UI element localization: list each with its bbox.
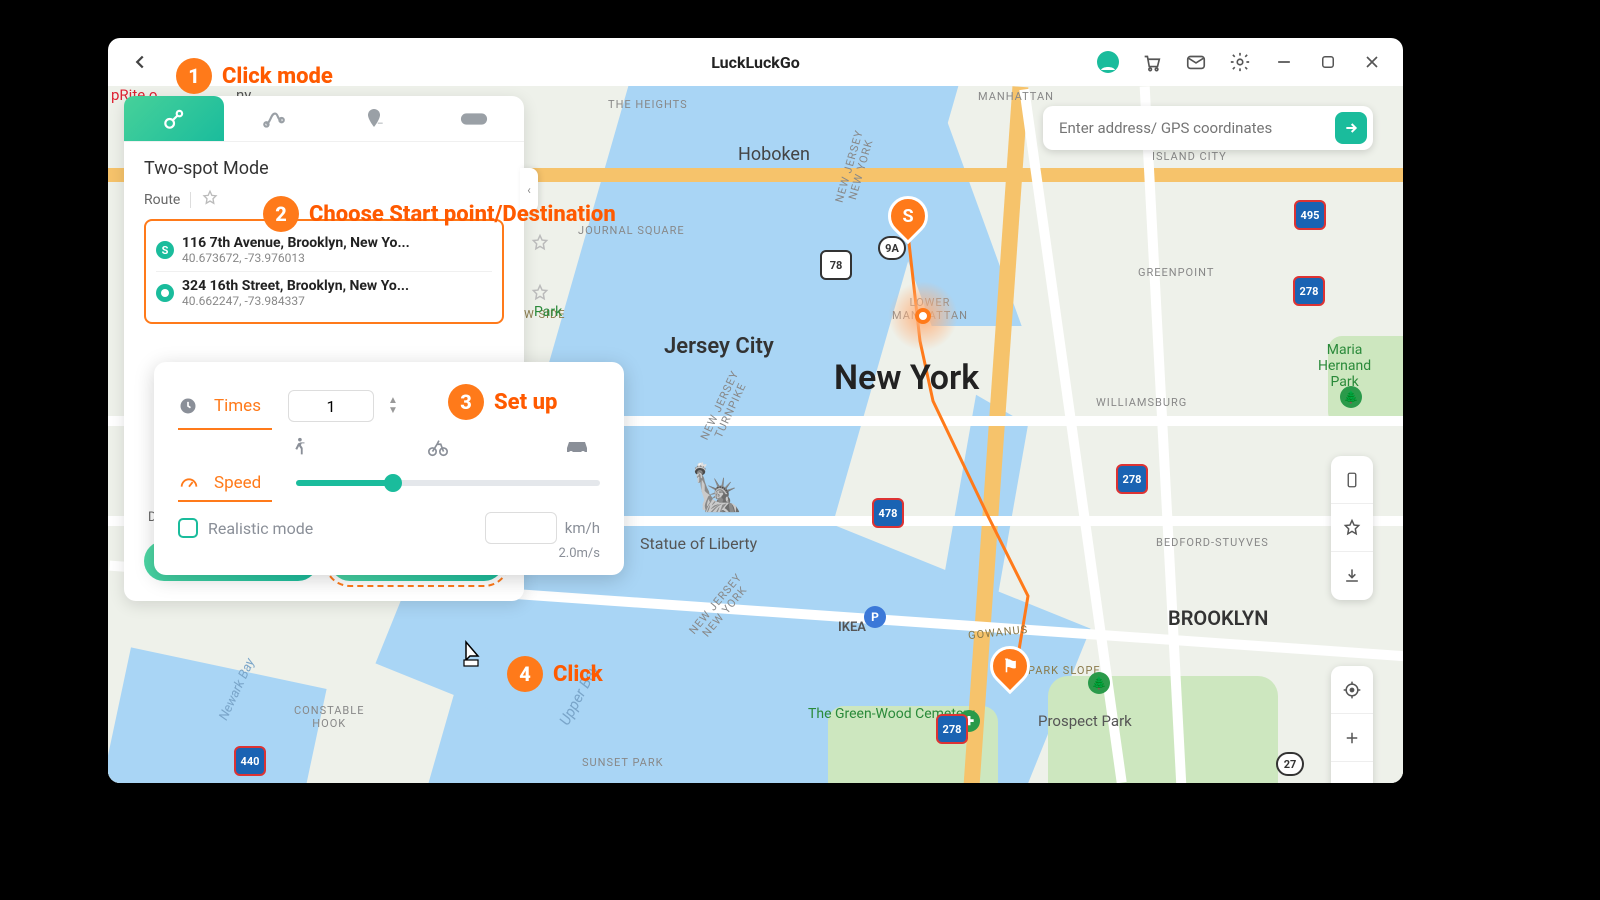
tool-favorite-icon[interactable] (1331, 504, 1373, 552)
realistic-label: Realistic mode (208, 519, 313, 538)
cycle-icon (426, 436, 450, 460)
route-stop-start[interactable]: S 116 7th Avenue, Brooklyn, New Yo... 40… (156, 229, 492, 271)
map-text-jersey: Jersey City (664, 334, 774, 359)
poi-ikea-icon: P (864, 606, 886, 628)
shield-278c: 278 (936, 714, 968, 744)
svg-text:–: – (377, 119, 384, 130)
map-text-newyork: New York (834, 358, 979, 398)
cart-icon[interactable] (1139, 49, 1165, 75)
car-icon (564, 436, 588, 460)
poi-tree-icon: 🌲 (1340, 386, 1362, 408)
app-title: LuckLuckGo (711, 53, 800, 72)
speed-label: Speed (214, 473, 274, 493)
search-go-button[interactable] (1335, 112, 1367, 144)
titlebar: LuckLuckGo (108, 38, 1403, 86)
current-location (888, 281, 958, 351)
map-text-maria: Maria Hernand Park (1318, 342, 1371, 390)
map-text-greenpoint: GREENPOINT (1138, 266, 1214, 279)
shield-278a: 278 (1293, 276, 1325, 306)
times-label: Times (214, 396, 274, 416)
zoom-in-button[interactable] (1331, 714, 1373, 762)
back-button[interactable] (126, 48, 154, 76)
mail-icon[interactable] (1183, 49, 1209, 75)
app-window: LuckLuckGo (108, 38, 1403, 783)
tab-two-spot[interactable] (124, 96, 224, 141)
search-box (1043, 106, 1373, 150)
map-text-island: ISLAND CITY (1152, 150, 1227, 163)
marker-end[interactable]: ⚑ (990, 646, 1030, 686)
zoom-out-button[interactable] (1331, 762, 1373, 783)
speed-row: Speed (178, 462, 600, 504)
kmh-unit: km/h (565, 519, 600, 537)
tab-joystick[interactable] (424, 96, 524, 141)
mode-title: Two-spot Mode (144, 158, 504, 179)
marker-start[interactable]: S (888, 196, 928, 236)
setup-card: Times ▲▼ Speed Realistic mode (154, 362, 624, 575)
tab-teleport[interactable]: – (324, 96, 424, 141)
map-text-heights: THE HEIGHTS (608, 98, 688, 111)
map-text-brooklyn: BROOKLYN (1168, 606, 1268, 630)
times-input[interactable] (288, 390, 374, 422)
side-tools-primary (1331, 456, 1373, 600)
map-text-prospect: Prospect Park (1038, 712, 1132, 730)
fav-start-icon[interactable] (530, 233, 550, 257)
maximize-button[interactable] (1315, 49, 1341, 75)
tool-device-icon[interactable] (1331, 456, 1373, 504)
times-spinner[interactable]: ▲▼ (388, 396, 398, 416)
clock-icon (178, 396, 200, 416)
map-text-hoboken: Hoboken (738, 144, 810, 165)
shield-440: 440 (234, 746, 266, 776)
route-stop-end[interactable]: 324 16th Street, Brooklyn, New Yo... 40.… (156, 271, 492, 314)
close-button[interactable] (1359, 49, 1385, 75)
poi-liberty-icon: 🗽 (690, 462, 745, 514)
start-coords: 40.673672, -73.976013 (182, 251, 466, 265)
map-text-ikea: IKEA (838, 620, 866, 635)
end-coords: 40.662247, -73.984337 (182, 294, 466, 308)
shield-278b: 278 (1116, 464, 1148, 494)
search-input[interactable] (1059, 119, 1335, 137)
fav-end-icon[interactable] (530, 283, 550, 307)
end-address: 324 16th Street, Brooklyn, New Yo... (182, 278, 466, 294)
map-text-sunset: SUNSET PARK (582, 756, 664, 769)
minimize-button[interactable] (1271, 49, 1297, 75)
map-text-williamsburg: WILLIAMSBURG (1096, 396, 1187, 409)
times-row: Times ▲▼ (178, 380, 600, 432)
gauge-icon (178, 472, 200, 494)
shield-9a: 9A (878, 236, 906, 260)
end-pin-icon (156, 284, 174, 302)
map-text-manhattan: MANHATTAN (978, 90, 1054, 103)
route-card: S 116 7th Avenue, Brooklyn, New Yo... 40… (144, 219, 504, 324)
map-area[interactable]: pRite o ny THE HEIGHTS MANHATTAN Hoboken… (108, 86, 1403, 783)
shield-78: 78 (820, 250, 852, 280)
poi-park-icon: 🌲 (1088, 672, 1110, 694)
tool-download-icon[interactable] (1331, 552, 1373, 600)
side-tools-secondary (1331, 666, 1373, 783)
walk-icon (288, 436, 312, 460)
route-favorite-icon[interactable] (201, 189, 219, 211)
shield-27: 27 (1276, 752, 1304, 776)
map-text-liberty: Statue of Liberty (640, 534, 757, 553)
settings-icon[interactable] (1227, 49, 1253, 75)
ms-label: 2.0m/s (178, 546, 600, 561)
shield-478: 478 (872, 498, 904, 528)
start-address: 116 7th Avenue, Brooklyn, New Yo... (182, 235, 466, 251)
tab-multi-spot[interactable] (224, 96, 324, 141)
account-icon[interactable] (1095, 49, 1121, 75)
shield-495: 495 (1294, 200, 1326, 230)
start-pin-icon: S (156, 241, 174, 259)
realistic-checkbox[interactable] (178, 518, 198, 538)
speed-slider[interactable] (296, 480, 600, 486)
map-text-journal: JOURNAL SQUARE (578, 224, 685, 237)
map-text-bedstuy: BEDFORD-STUYVES (1156, 536, 1269, 549)
route-label: Route (144, 192, 180, 208)
speed-value-input[interactable] (485, 512, 557, 544)
tool-locate-icon[interactable] (1331, 666, 1373, 714)
map-text-constable: CONSTABLE HOOK (294, 704, 364, 730)
